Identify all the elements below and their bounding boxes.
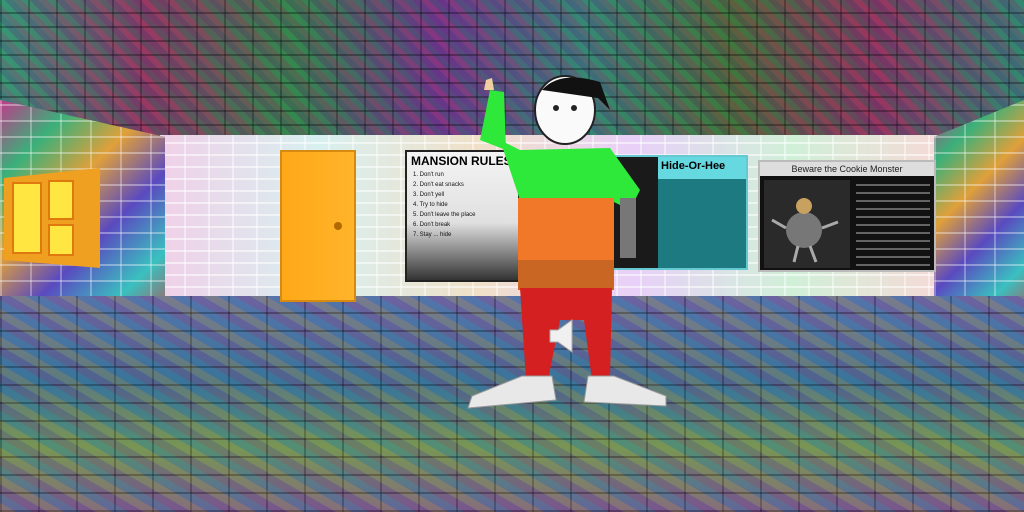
window-pane-left [12,182,42,254]
player-character[interactable] [460,70,680,430]
window-pane-right-top [48,180,74,220]
door-icon[interactable] [280,150,356,302]
cookie-poster-title: Beware the Cookie Monster [760,162,934,176]
door-knob [334,222,342,230]
window-pane-right-bottom [48,224,74,256]
game-viewport[interactable]: MANSION RULES 1. Don't run 2. Don't eat … [0,0,1024,512]
cookie-monster-poster: Beware the Cookie Monster [758,160,936,272]
cookie-poster-text [856,182,930,266]
window-icon[interactable] [4,168,100,268]
cookie-poster-image [764,180,850,268]
speaker-icon[interactable] [548,318,576,354]
